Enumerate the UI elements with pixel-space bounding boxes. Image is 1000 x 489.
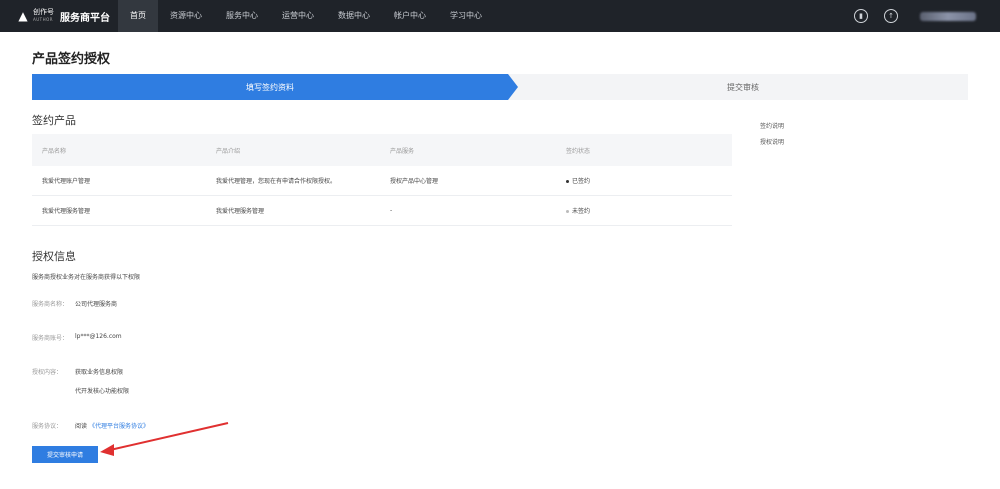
logo[interactable]: ▲ 创作号 AUTHOR 服务商平台: [0, 0, 118, 32]
status-text: 已签约: [572, 178, 591, 185]
step-arrow: [508, 74, 518, 100]
nav-home[interactable]: 首页: [118, 0, 158, 32]
nav-operations[interactable]: 运营中心: [270, 0, 326, 32]
product-name: 我爱代理服务管理: [42, 208, 91, 215]
nav-learning[interactable]: 学习中心: [438, 0, 494, 32]
step-submit-review: 提交审核: [727, 82, 759, 92]
step-fill-info: 填写签约资料: [32, 74, 508, 100]
nav-resources[interactable]: 资源中心: [158, 0, 214, 32]
agreement-value: 阅读 《代理平台服务协议》: [75, 421, 149, 430]
main-nav: 首页 资源中心 服务中心 运营中心 数据中心 帐户中心 学习中心: [118, 0, 494, 32]
status-text: 未签约: [572, 208, 591, 215]
product-intro: 我爱代理管理，您现在有申请合作权限授权。: [216, 178, 337, 185]
auth-content-label: 授权内容：: [32, 369, 63, 376]
page-title: 产品签约授权: [32, 52, 111, 67]
products-section-title: 签约产品: [32, 114, 76, 127]
signing-instructions-link[interactable]: 签约说明: [760, 121, 784, 130]
side-links: 签约说明 授权说明: [760, 121, 784, 153]
table-row: 我爱代理账户管理 我爱代理管理，您现在有申请合作权限授权。 授权产品中心管理 已…: [32, 166, 732, 196]
provider-name-value: 公司代理服务商: [75, 301, 118, 308]
agreement-link[interactable]: 《代理平台服务协议》: [89, 423, 149, 430]
provider-name-label: 服务商名称：: [32, 301, 69, 308]
product-status: 未签约: [556, 206, 732, 215]
column-header: 产品名称: [42, 147, 67, 155]
agreement-label: 服务协议：: [32, 423, 63, 430]
provider-account-value: lp***@126.com: [75, 333, 122, 340]
status-dot-icon: [566, 180, 569, 183]
product-status: 已签约: [556, 176, 732, 185]
agreement-read-text: 阅读: [75, 423, 88, 430]
products-table: 产品名称 产品介绍 产品服务 签约状态 我爱代理账户管理 我爱代理管理，您现在有…: [32, 134, 732, 226]
logo-icon: ▲: [18, 9, 28, 23]
auth-content-value-2: 代开发核心功能权限: [75, 388, 130, 395]
column-header: 签约状态: [566, 147, 591, 155]
auth-description: 服务商授权业务对在服务商获得以下权限: [32, 274, 141, 281]
progress-steps: 填写签约资料 提交审核: [32, 74, 968, 100]
nav-data[interactable]: 数据中心: [326, 0, 382, 32]
top-navbar: ▲ 创作号 AUTHOR 服务商平台 首页 资源中心 服务中心 运营中心 数据中心…: [0, 0, 1000, 32]
nav-right: ▮ ↑: [838, 0, 1000, 32]
column-header: 产品服务: [390, 147, 415, 155]
nav-services[interactable]: 服务中心: [214, 0, 270, 32]
auth-content-value: 获取业务信息权限: [75, 369, 124, 376]
column-header: 产品介绍: [216, 147, 241, 155]
provider-account-label: 服务商账号：: [32, 335, 69, 342]
notification-icon[interactable]: ▮: [854, 9, 868, 23]
auth-section-title: 授权信息: [32, 250, 76, 263]
submit-review-button[interactable]: 提交审核申请: [32, 446, 98, 463]
product-name: 我爱代理账户管理: [42, 178, 91, 185]
authorization-instructions-link[interactable]: 授权说明: [760, 137, 784, 146]
product-intro: 我爱代理服务管理: [216, 208, 265, 215]
table-row: 我爱代理服务管理 我爱代理服务管理 - 未签约: [32, 196, 732, 226]
nav-account[interactable]: 帐户中心: [382, 0, 438, 32]
status-dot-icon: [566, 210, 569, 213]
user-account-blurred[interactable]: [920, 11, 976, 21]
table-header: 产品名称 产品介绍 产品服务 签约状态: [32, 134, 732, 166]
platform-title: 服务商平台: [60, 12, 110, 24]
upload-icon[interactable]: ↑: [884, 9, 898, 23]
product-service: 授权产品中心管理: [390, 178, 439, 185]
product-service: -: [390, 207, 393, 214]
logo-brand: 创作号 AUTHOR: [33, 8, 54, 23]
